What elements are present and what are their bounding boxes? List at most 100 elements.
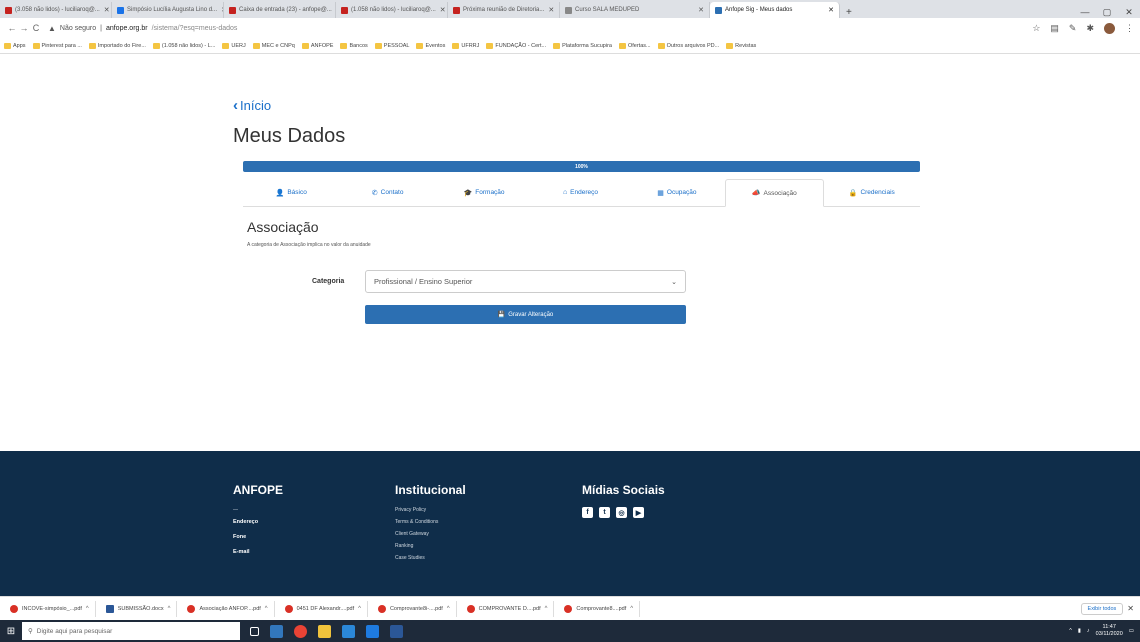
- browser-tab[interactable]: Anfope Sig - Meus dados ✕: [710, 2, 840, 18]
- browser-tab[interactable]: Simpósio Lucília Augusta Lino d...✕: [112, 2, 224, 18]
- chevron-up-icon[interactable]: ^: [168, 606, 171, 612]
- tab-credenciais[interactable]: 🔒 Credenciais: [824, 179, 920, 206]
- bookmark-item[interactable]: Plataforma Sucupira: [553, 42, 612, 49]
- download-item[interactable]: Associação ANFOP....pdf ^: [187, 600, 275, 617]
- taskbar-search-input[interactable]: ⚲ Digite aqui para pesquisar: [22, 622, 240, 640]
- bookmark-item[interactable]: PESSOAL: [374, 42, 409, 49]
- favicon-icon: [229, 6, 236, 14]
- volume-icon[interactable]: ♪: [1087, 628, 1090, 634]
- store-icon[interactable]: [342, 624, 355, 638]
- security-label: Não seguro: [59, 24, 97, 32]
- notifications-icon[interactable]: ▭: [1129, 628, 1134, 634]
- footer-link-gateway[interactable]: Client Gateway: [395, 531, 466, 537]
- pdf-icon: [187, 604, 196, 613]
- download-item[interactable]: SUBMISSÃO.docx ^: [105, 600, 178, 617]
- bookmark-item[interactable]: ANFOPE: [301, 42, 333, 49]
- browser-tab[interactable]: Caixa de entrada (23) - anfope@...✕: [224, 2, 336, 18]
- bookmark-item[interactable]: UFRRJ: [452, 42, 479, 49]
- explorer-icon[interactable]: [318, 624, 331, 638]
- tab-basico[interactable]: 👤 Básico: [243, 179, 339, 206]
- back-arrow-icon[interactable]: ←: [6, 23, 18, 33]
- tab-ocupacao[interactable]: ▦ Ocupação: [629, 179, 725, 206]
- show-all-downloads-button[interactable]: Exibir todos: [1080, 602, 1124, 615]
- close-tab-icon[interactable]: ✕: [217, 6, 223, 14]
- save-button[interactable]: 💾 Gravar Alteração: [365, 305, 686, 324]
- bookmark-item[interactable]: (1.058 não lidos) - L...: [152, 42, 215, 49]
- close-tab-icon[interactable]: ✕: [100, 6, 110, 14]
- forward-arrow-icon[interactable]: →: [18, 23, 30, 33]
- new-tab-button[interactable]: +: [840, 7, 858, 18]
- chevron-up-icon[interactable]: ^: [86, 606, 89, 612]
- download-item[interactable]: INCOVE-simpósio_...pdf ^: [10, 600, 96, 617]
- tray-arrow-icon[interactable]: ^: [1069, 628, 1072, 634]
- edge-icon[interactable]: [270, 624, 283, 638]
- chrome-icon[interactable]: [294, 624, 307, 638]
- chevron-up-icon[interactable]: ^: [358, 606, 361, 612]
- close-icon[interactable]: ✕: [1127, 604, 1134, 613]
- clock[interactable]: 11:47 03/11/2020: [1096, 624, 1123, 638]
- footer-link-cases[interactable]: Case Studies: [395, 555, 466, 561]
- bookmark-item[interactable]: Ofertas...: [618, 42, 651, 49]
- browser-tab[interactable]: (1.058 não lidos) - luciliaroq@... ✕: [336, 2, 448, 18]
- bookmark-item[interactable]: Eventos: [416, 42, 445, 49]
- download-item[interactable]: 0451 DF Alexandr....pdf ^: [284, 600, 368, 617]
- bookmark-item[interactable]: FUNDAÇÃO - Cert...: [486, 42, 546, 49]
- bookmark-item[interactable]: Pinterest para ...: [32, 42, 82, 49]
- category-select[interactable]: Profissional / Ensino Superior ⌄: [365, 270, 686, 293]
- close-tab-icon[interactable]: ✕: [694, 6, 704, 14]
- browser-tab[interactable]: Curso SALA MEDUPED ✕: [560, 2, 710, 18]
- avatar[interactable]: [1104, 22, 1115, 34]
- favicon-icon: [5, 6, 12, 14]
- close-tab-icon[interactable]: ✕: [436, 6, 446, 14]
- maximize-icon[interactable]: ▢: [1096, 7, 1118, 18]
- back-link[interactable]: ‹ Início: [233, 97, 271, 114]
- tab-endereco[interactable]: ⌂ Endereço: [532, 179, 628, 206]
- chevron-up-icon[interactable]: ^: [545, 606, 548, 612]
- facebook-icon[interactable]: f: [582, 507, 593, 518]
- chevron-up-icon[interactable]: ^: [630, 606, 633, 612]
- browser-tab[interactable]: (3.058 não lidos) - luciliaroq@... ✕: [0, 2, 112, 18]
- bookmark-item[interactable]: Bancos: [340, 42, 368, 49]
- puzzle-icon[interactable]: ✱: [1086, 23, 1094, 34]
- word-icon[interactable]: [390, 624, 403, 638]
- bookmark-item[interactable]: Revistas: [726, 42, 756, 49]
- close-tab-icon[interactable]: ✕: [824, 6, 834, 14]
- download-item[interactable]: Comprovante8....pdf ^: [564, 600, 641, 617]
- minimize-icon[interactable]: —: [1074, 7, 1096, 18]
- edit-icon[interactable]: ✎: [1069, 23, 1077, 34]
- menu-icon[interactable]: ⋮: [1125, 23, 1134, 34]
- bookmark-item[interactable]: MEC e CNPq: [252, 42, 295, 49]
- bookmark-item[interactable]: Importado do Fire...: [88, 42, 146, 49]
- twitter-icon[interactable]: t: [599, 507, 610, 518]
- footer-link-terms[interactable]: Terms & Conditions: [395, 519, 466, 525]
- browser-tab[interactable]: Próxima reunião de Diretoria... ✕: [448, 2, 560, 18]
- url-field[interactable]: ▲ Não seguro | anfope.org.br/sistema/?es…: [48, 24, 237, 33]
- bookmark-item[interactable]: Outros arquivos PD...: [657, 42, 719, 49]
- footer-link-ranking[interactable]: Ranking: [395, 543, 466, 549]
- chevron-up-icon[interactable]: ^: [265, 606, 268, 612]
- downloads-bar: INCOVE-simpósio_...pdf ^ SUBMISSÃO.docx ^ As…: [0, 596, 1140, 620]
- bookmark-item[interactable]: UERJ: [222, 42, 246, 49]
- task-view-icon[interactable]: [250, 626, 259, 636]
- star-icon[interactable]: ☆: [1032, 23, 1040, 34]
- close-window-icon[interactable]: ✕: [1118, 7, 1140, 18]
- url-host: anfope.org.br: [105, 24, 148, 32]
- chevron-up-icon[interactable]: ^: [447, 606, 450, 612]
- instagram-icon[interactable]: ◎: [616, 507, 627, 518]
- bookmark-item[interactable]: Apps: [4, 42, 26, 49]
- extension-icon[interactable]: ▤: [1050, 23, 1059, 34]
- reload-icon[interactable]: C: [30, 23, 42, 33]
- mail-icon[interactable]: [366, 624, 379, 638]
- close-tab-icon[interactable]: ✕: [544, 6, 554, 14]
- download-item[interactable]: COMPROVANTE D....pdf ^: [466, 600, 555, 617]
- folder-icon: [222, 42, 230, 49]
- tab-associacao[interactable]: 📣 Associação: [725, 179, 824, 207]
- youtube-icon[interactable]: ▶: [633, 507, 644, 518]
- download-item[interactable]: Comprovante8i-....pdf ^: [377, 600, 457, 617]
- footer-link-privacy[interactable]: Privacy Policy: [395, 507, 466, 513]
- tab-contato[interactable]: ✆ Contato: [339, 179, 435, 206]
- windows-start-icon[interactable]: ⊞: [0, 626, 22, 637]
- bookmarks-bar: Apps Pinterest para ... Importado do Fire.…: [0, 38, 1140, 54]
- network-icon[interactable]: ▮: [1078, 628, 1081, 634]
- tab-formacao[interactable]: 🎓 Formação: [436, 179, 532, 206]
